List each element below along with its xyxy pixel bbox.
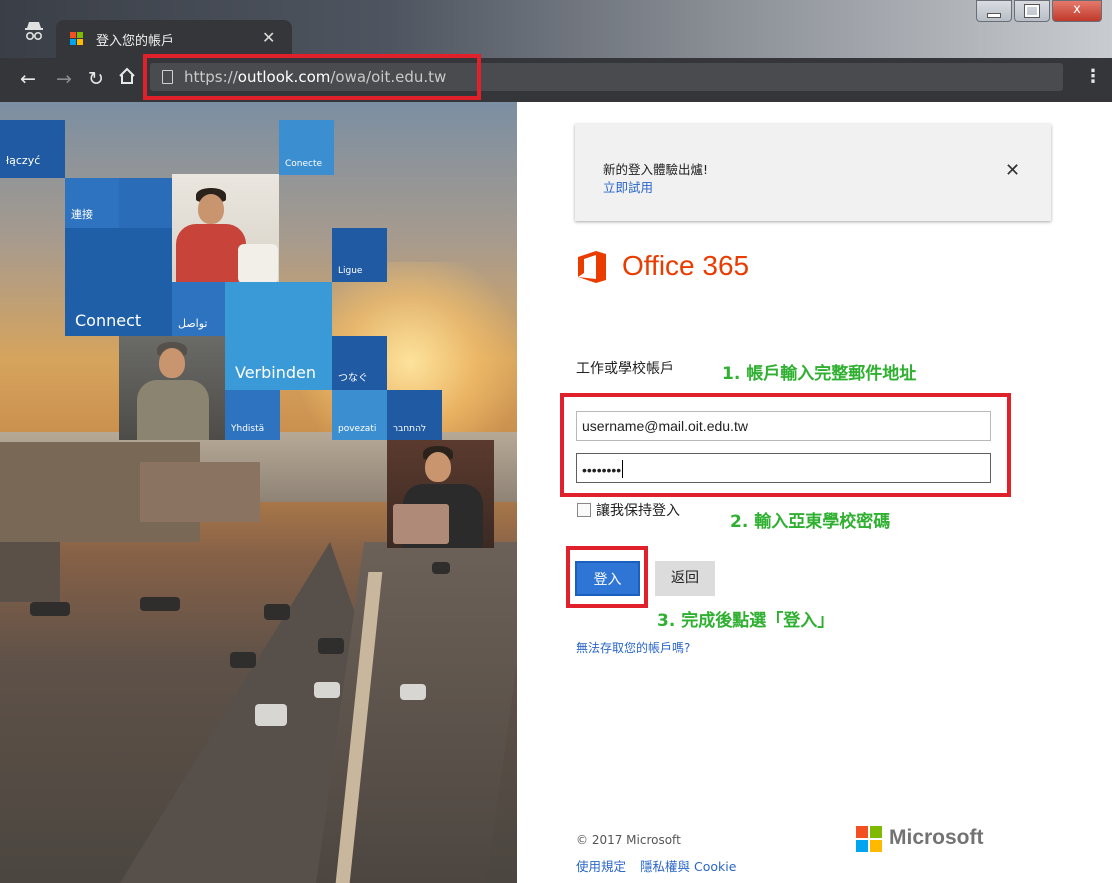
hero-image: łączyć Conecte 連接 Ligue Connect تواصل Ve…: [0, 102, 517, 883]
product-name: Office 365: [622, 250, 750, 281]
forward-icon[interactable]: →: [56, 68, 72, 90]
hero-tile: Conecte: [279, 120, 334, 175]
annotation-step-1: 1. 帳戶輸入完整郵件地址: [722, 364, 917, 384]
tab-title: 登入您的帳戶: [96, 34, 175, 49]
hero-tile: povezati: [332, 390, 387, 440]
hero-tile: تواصل: [172, 282, 225, 336]
hero-tile: つなぐ: [332, 336, 387, 390]
close-notice-icon[interactable]: ✕: [1005, 160, 1020, 181]
login-page: łączyć Conecte 連接 Ligue Connect تواصل Ve…: [0, 102, 1112, 883]
browser-tab-strip: 登入您的帳戶 ✕ x: [0, 0, 1112, 58]
notice-message: 新的登入體驗出爐!: [603, 162, 709, 177]
microsoft-logo-icon: [856, 826, 882, 852]
cant-access-link[interactable]: 無法存取您的帳戶嗎?: [576, 639, 690, 656]
hero-tile: Ligue: [332, 228, 387, 282]
incognito-icon: [24, 20, 44, 45]
new-signin-notice: 新的登入體驗出爐! 立即試用 ✕: [575, 124, 1051, 221]
back-icon[interactable]: ←: [20, 68, 36, 90]
copyright-text: © 2017 Microsoft: [576, 833, 681, 847]
terms-link[interactable]: 使用規定: [576, 856, 626, 875]
minimize-button[interactable]: [976, 0, 1012, 22]
hero-tile: Verbinden: [225, 282, 332, 390]
maximize-button[interactable]: [1014, 0, 1050, 22]
person-photo: [387, 440, 494, 548]
person-photo: [119, 336, 225, 440]
person-photo: [172, 174, 279, 282]
microsoft-favicon-icon: [70, 32, 84, 46]
keep-signed-in-checkbox[interactable]: [577, 503, 591, 517]
hero-tile: Yhdistä: [225, 390, 280, 440]
credentials-highlight-box: [560, 393, 1011, 497]
hero-tile: 連接: [65, 178, 119, 228]
reload-icon[interactable]: ↻: [88, 68, 104, 90]
browser-tab[interactable]: 登入您的帳戶 ✕: [56, 20, 292, 58]
menu-icon[interactable]: ⋮: [1084, 66, 1102, 87]
annotation-step-2: 2. 輸入亞東學校密碼: [730, 512, 891, 532]
url-highlight-box: [143, 54, 481, 100]
hero-tile: להתחבר: [387, 390, 442, 440]
hero-tile: łączyć: [0, 120, 65, 178]
signin-highlight-box: [566, 546, 648, 608]
office-logo-icon: [574, 249, 610, 289]
keep-signed-in-label[interactable]: 讓我保持登入: [596, 500, 680, 520]
microsoft-wordmark: Microsoft: [889, 826, 984, 849]
try-now-link[interactable]: 立即試用: [603, 177, 653, 196]
hero-tile: Connect: [65, 228, 172, 336]
close-tab-icon[interactable]: ✕: [262, 28, 275, 47]
annotation-step-3: 3. 完成後點選「登入」: [657, 611, 835, 631]
window-close-button[interactable]: x: [1052, 0, 1102, 22]
account-label: 工作或學校帳戶: [576, 361, 674, 377]
window-controls: x: [976, 0, 1102, 22]
privacy-link[interactable]: 隱私權與 Cookie: [640, 856, 736, 875]
home-icon[interactable]: [118, 67, 136, 90]
back-button[interactable]: 返回: [655, 561, 715, 596]
